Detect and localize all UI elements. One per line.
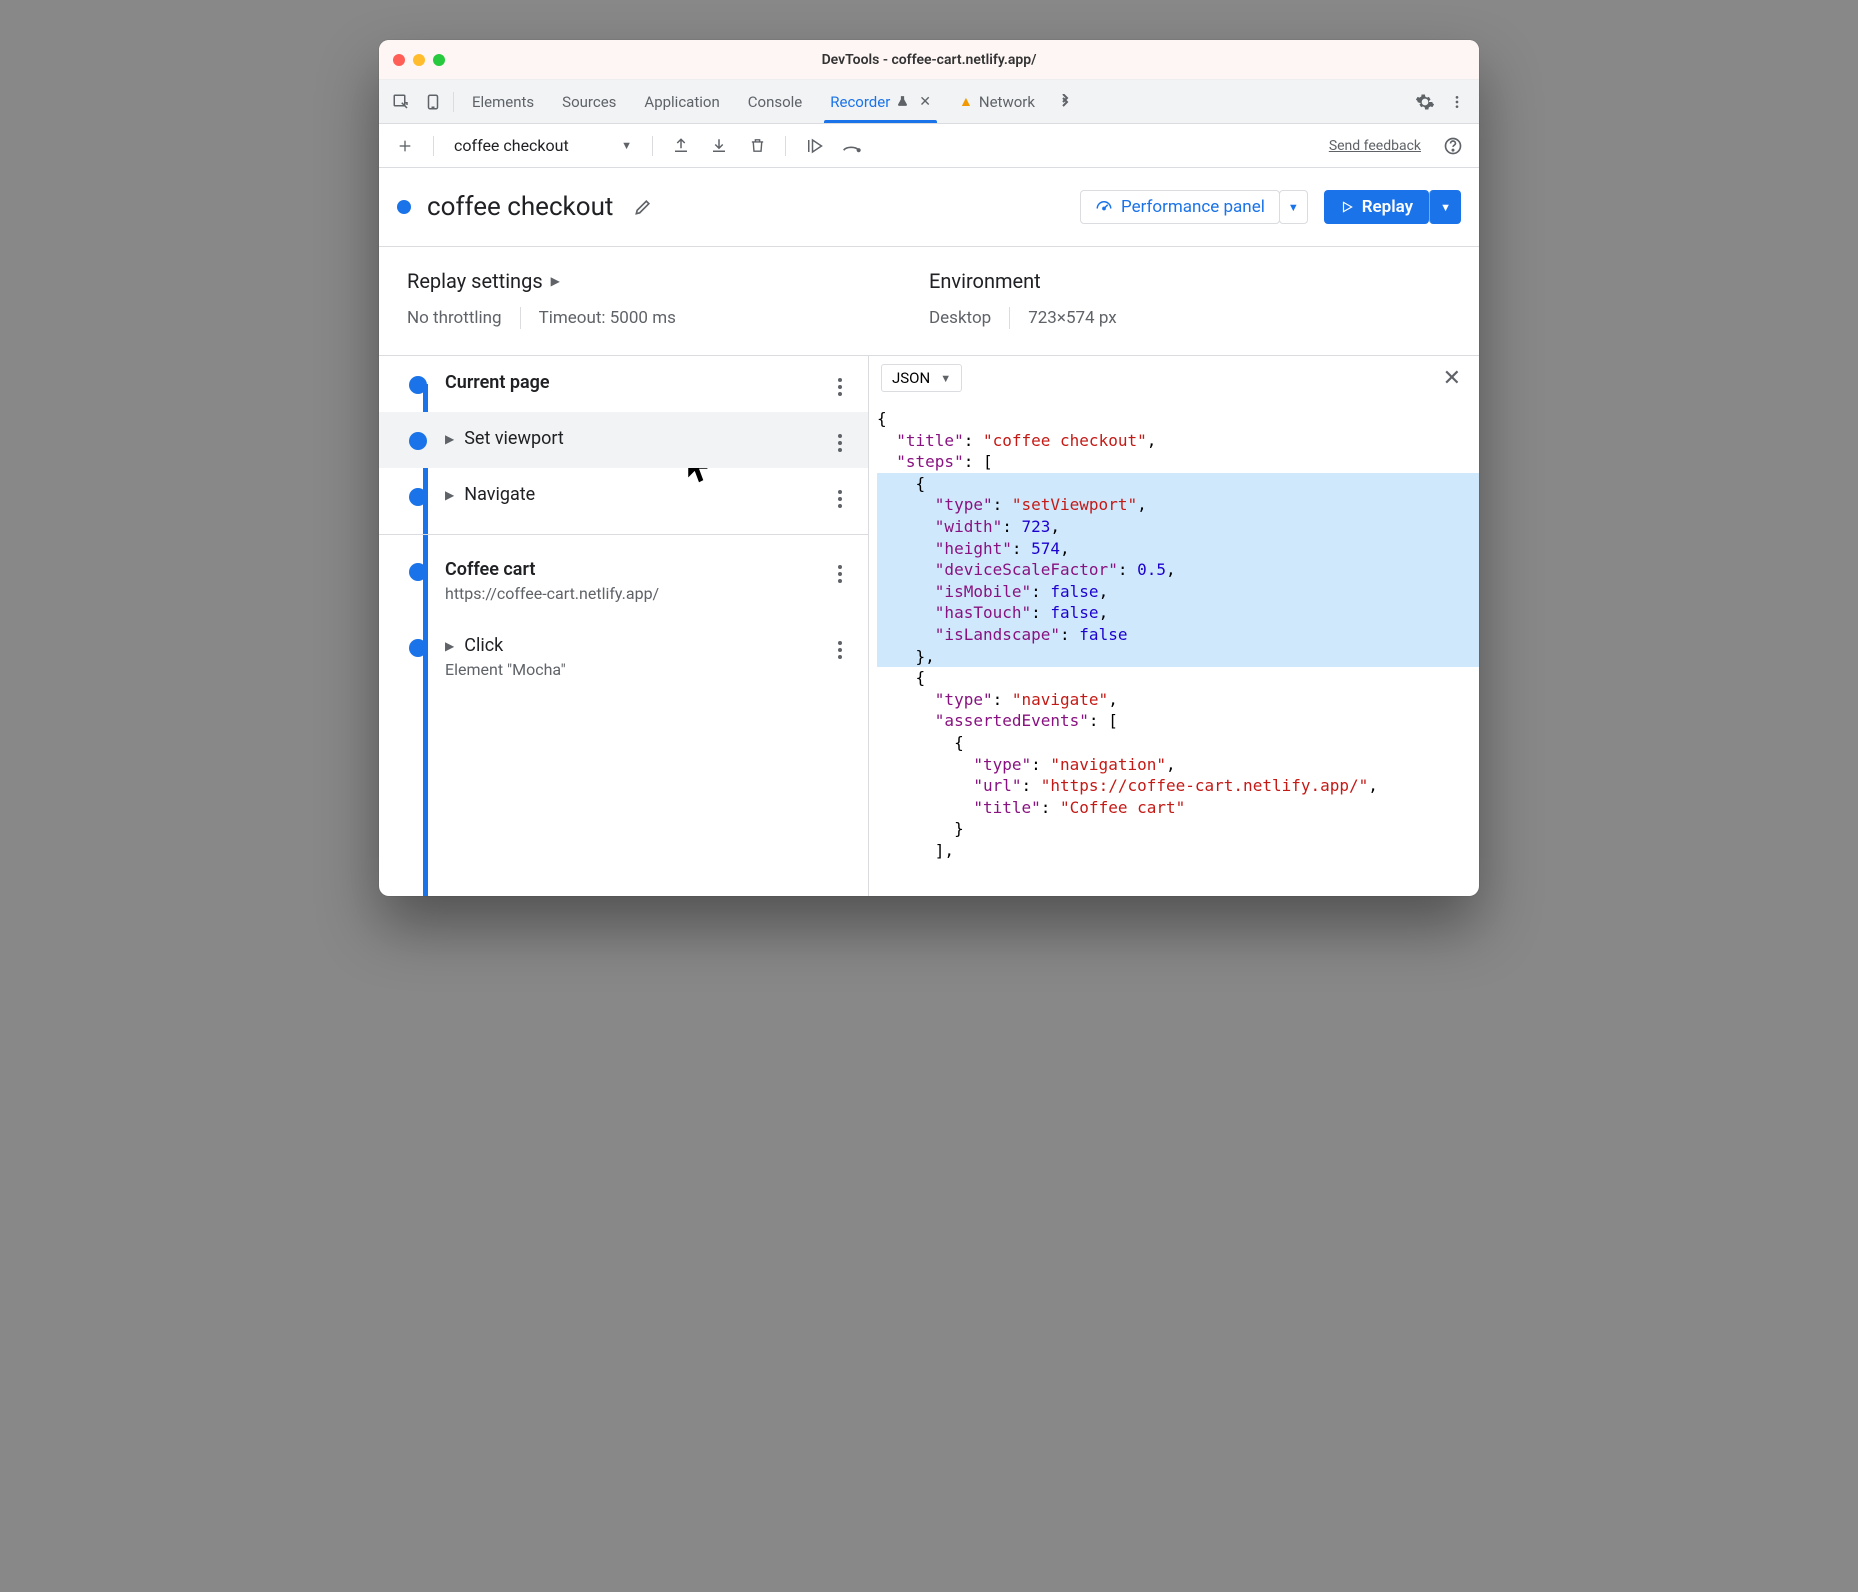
window-controls <box>393 54 445 66</box>
minimize-window-icon[interactable] <box>413 54 425 66</box>
step-dot-icon <box>409 432 427 450</box>
step-navigate[interactable]: ▶Navigate <box>379 468 868 535</box>
recording-header: coffee checkout Performance panel ▼ Repl… <box>379 168 1479 247</box>
step-coffee-cart[interactable]: Coffee cart https://coffee-cart.netlify.… <box>379 543 868 619</box>
new-recording-icon[interactable] <box>391 132 419 160</box>
replay-dropdown[interactable]: ▼ <box>1429 190 1461 224</box>
timeout-value: Timeout: 5000 ms <box>539 308 676 328</box>
chevron-down-icon: ▼ <box>1440 201 1451 214</box>
devtools-window: DevTools - coffee-cart.netlify.app/ Elem… <box>379 40 1479 896</box>
settings-icon[interactable] <box>1409 86 1441 118</box>
tab-sources[interactable]: Sources <box>548 80 630 123</box>
step-menu-icon[interactable] <box>828 559 852 583</box>
step-current-page[interactable]: Current page <box>379 356 868 412</box>
inspect-icon[interactable] <box>385 86 417 118</box>
step-dot-icon <box>409 488 427 506</box>
titlebar: DevTools - coffee-cart.netlify.app/ <box>379 40 1479 80</box>
tab-network[interactable]: ▲ Network <box>945 80 1049 123</box>
close-code-icon[interactable]: ✕ <box>1437 366 1467 391</box>
step-set-viewport[interactable]: ▶Set viewport <box>379 412 868 468</box>
performance-panel-button[interactable]: Performance panel <box>1080 190 1280 224</box>
kebab-menu-icon[interactable] <box>1441 86 1473 118</box>
recording-selector[interactable]: coffee checkout ▼ <box>448 136 638 155</box>
step-dot-icon <box>409 563 427 581</box>
record-indicator-icon <box>397 200 411 214</box>
close-window-icon[interactable] <box>393 54 405 66</box>
step-click[interactable]: ▶Click Element "Mocha" <box>379 619 868 695</box>
window-title: DevTools - coffee-cart.netlify.app/ <box>379 52 1479 68</box>
recording-title: coffee checkout <box>427 192 613 222</box>
step-dot-icon <box>409 639 427 657</box>
step-menu-icon[interactable] <box>828 428 852 452</box>
edit-title-icon[interactable] <box>629 193 657 221</box>
step-dot-icon <box>409 376 427 394</box>
caret-right-icon: ▶ <box>445 639 454 653</box>
throttling-value: No throttling <box>407 308 502 328</box>
panel-tabs: Elements Sources Application Console Rec… <box>379 80 1479 124</box>
tab-recorder[interactable]: Recorder ✕ <box>816 80 945 123</box>
device-toggle-icon[interactable] <box>417 86 449 118</box>
code-panel: JSON ▼ ✕ { "title": "coffee checkout", "… <box>869 356 1479 896</box>
tab-elements[interactable]: Elements <box>458 80 548 123</box>
step-menu-icon[interactable] <box>828 372 852 396</box>
settings-row: Replay settings ▶ No throttling Timeout:… <box>379 247 1479 356</box>
env-device: Desktop <box>929 308 991 328</box>
step-play-icon[interactable] <box>800 132 828 160</box>
caret-right-icon: ▶ <box>551 274 560 288</box>
content-area: Current page ▶Set viewport ▶Navigate <box>379 356 1479 896</box>
send-feedback-link[interactable]: Send feedback <box>1329 138 1421 154</box>
recorder-toolbar: coffee checkout ▼ Send feedback <box>379 124 1479 168</box>
tab-console[interactable]: Console <box>734 80 817 123</box>
tab-application[interactable]: Application <box>630 80 733 123</box>
step-menu-icon[interactable] <box>828 635 852 659</box>
chevron-down-icon: ▼ <box>940 372 951 385</box>
caret-right-icon: ▶ <box>445 432 454 446</box>
replay-button[interactable]: Replay <box>1324 190 1429 224</box>
play-icon <box>1340 200 1354 214</box>
flask-icon <box>896 95 909 108</box>
step-menu-icon[interactable] <box>828 484 852 508</box>
gauge-icon <box>1095 198 1113 216</box>
zoom-window-icon[interactable] <box>433 54 445 66</box>
performance-panel-dropdown[interactable]: ▼ <box>1279 190 1308 224</box>
help-icon[interactable] <box>1439 132 1467 160</box>
warning-icon: ▲ <box>959 93 973 110</box>
step-over-icon[interactable] <box>838 132 866 160</box>
caret-right-icon: ▶ <box>445 488 454 502</box>
steps-panel: Current page ▶Set viewport ▶Navigate <box>379 356 869 896</box>
more-tabs-icon[interactable] <box>1049 86 1081 118</box>
format-selector[interactable]: JSON ▼ <box>881 364 962 392</box>
env-dimensions: 723×574 px <box>1028 308 1116 328</box>
delete-icon[interactable] <box>743 132 771 160</box>
export-icon[interactable] <box>667 132 695 160</box>
import-icon[interactable] <box>705 132 733 160</box>
code-viewer[interactable]: { "title": "coffee checkout", "steps": [… <box>869 400 1479 869</box>
chevron-down-icon: ▼ <box>1288 201 1299 214</box>
replay-settings-toggle[interactable]: Replay settings ▶ <box>407 269 929 293</box>
environment-heading: Environment <box>929 269 1041 293</box>
close-tab-icon[interactable]: ✕ <box>919 94 931 110</box>
chevron-down-icon: ▼ <box>621 139 632 152</box>
